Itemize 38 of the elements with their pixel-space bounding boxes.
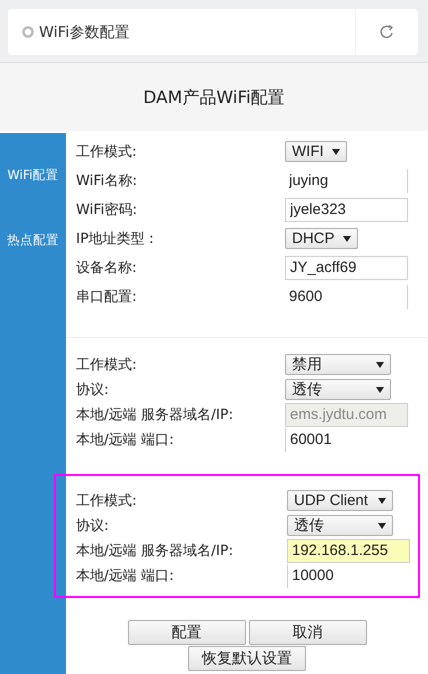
refresh-icon[interactable]	[379, 24, 395, 40]
field-label: 本地/远端 服务器域名/IP:	[76, 542, 234, 560]
field-label: 工作模式:	[76, 492, 138, 510]
caret-icon	[376, 362, 384, 368]
input-field[interactable]: 192.168.1.255	[287, 538, 410, 562]
dropdown[interactable]: 透传	[285, 379, 391, 400]
input-field[interactable]: JY_acff69	[285, 256, 408, 280]
field-label: 本地/远端 端口:	[76, 566, 175, 584]
field-label: WiFi密码:	[76, 200, 138, 218]
field-label: 工作模式:	[76, 142, 138, 160]
page-title: DAM产品WiFi配置	[143, 86, 285, 108]
field-label: 工作模式:	[76, 356, 138, 374]
field-label: 串口配置:	[76, 288, 138, 306]
sidebar-item[interactable]: 热点配置	[7, 232, 59, 249]
field-label: 本地/远端 端口:	[76, 430, 175, 448]
field-label: WiFi名称:	[76, 172, 138, 190]
loading-icon	[22, 26, 34, 38]
field-label: 本地/远端 服务器域名/IP:	[76, 406, 234, 424]
page-tab-title: WiFi参数配置	[39, 22, 130, 42]
caret-icon	[378, 522, 386, 528]
caret-icon	[376, 386, 384, 392]
dropdown[interactable]: DHCP	[285, 228, 358, 249]
field-label: 协议:	[76, 516, 110, 534]
dropdown[interactable]: UDP Client	[287, 490, 393, 511]
dropdown[interactable]: 禁用	[285, 354, 391, 375]
action-button[interactable]: 配置	[128, 620, 246, 645]
reset-button[interactable]: 恢复默认设置	[188, 646, 306, 671]
field-label: 协议:	[76, 380, 110, 398]
input-field[interactable]: jyele323	[285, 198, 408, 222]
sidebar-item[interactable]: WiFi配置	[7, 167, 59, 184]
caret-icon	[332, 148, 340, 154]
dropdown[interactable]: WIFI	[285, 141, 347, 162]
caret-icon	[342, 236, 351, 242]
dropdown[interactable]: 透传	[287, 515, 393, 536]
caret-icon	[378, 498, 386, 504]
field-label: 设备名称:	[76, 258, 138, 276]
action-button[interactable]: 取消	[248, 620, 366, 645]
field-label: IP地址类型 :	[76, 230, 155, 248]
